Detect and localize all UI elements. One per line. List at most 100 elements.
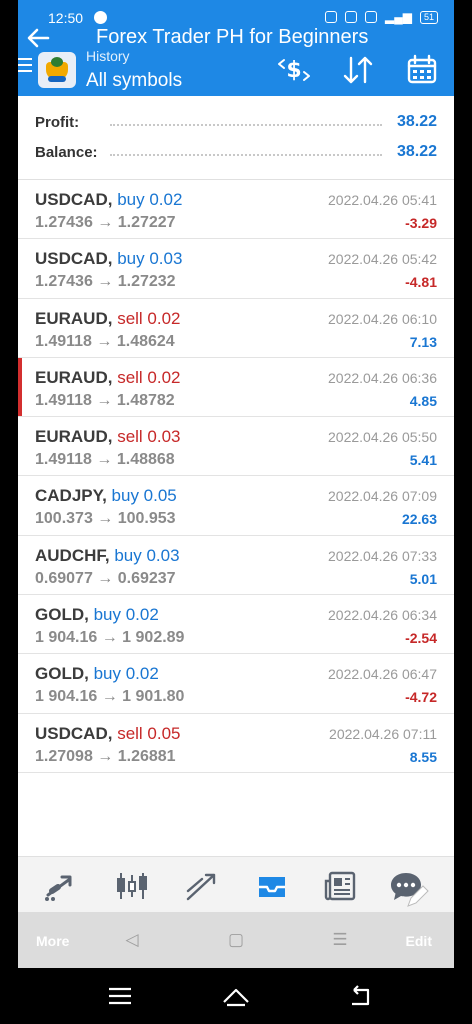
bottom-tab-bar: [18, 856, 454, 912]
deal-time: 2022.04.26 06:34: [328, 607, 437, 624]
news-icon: [324, 871, 356, 901]
dotted-leader: [110, 124, 382, 126]
symbol-text: CADJPY,: [35, 486, 107, 506]
quotes-icon: [45, 875, 72, 901]
mute-icon: [345, 11, 358, 23]
deal-symbol: USDCAD, sell 0.05: [35, 724, 181, 744]
symbol-text: USDCAD,: [35, 723, 113, 743]
soft-home-icon[interactable]: ▢: [226, 930, 246, 950]
back-icon[interactable]: [346, 984, 374, 1008]
hamburger-menu-icon[interactable]: [18, 58, 32, 72]
deal-row[interactable]: EURAUD, sell 0.02 1.49118 → 1.48624 2022.0…: [18, 299, 454, 358]
calendar-button[interactable]: [404, 52, 440, 88]
overlay-nav-area: More ◁ ▢ ☰ Edit: [18, 885, 454, 968]
deal-type: sell 0.02: [117, 308, 181, 328]
tab-history[interactable]: [254, 869, 290, 903]
tab-trade[interactable]: [184, 869, 220, 903]
calendar-icon: [407, 54, 437, 84]
deal-row[interactable]: EURAUD, sell 0.03 1.49118 → 1.48868 2022.0…: [18, 417, 454, 477]
dotted-leader: [110, 154, 382, 156]
deal-profit: -4.81: [405, 274, 437, 291]
candlestick-icon: [117, 873, 147, 899]
deal-row[interactable]: GOLD, buy 0.02 1 904.16 → 1 902.89 2022.04…: [18, 595, 454, 655]
symbol-text: EURAUD,: [35, 427, 113, 447]
deal-prices: 1 904.16 → 1 902.89: [35, 629, 185, 647]
deal-symbol: USDCAD, buy 0.02: [35, 190, 182, 210]
deal-row[interactable]: AUDCHF, buy 0.03 0.69077 → 0.69237 2022.04…: [18, 536, 454, 596]
deal-time: 2022.04.26 06:47: [328, 666, 437, 683]
tab-news[interactable]: [322, 869, 358, 903]
deal-symbol: AUDCHF, buy 0.03: [35, 546, 180, 566]
sort-icon: [343, 56, 373, 84]
deal-type: buy 0.03: [117, 249, 183, 269]
deal-profit: -3.29: [405, 215, 437, 231]
deal-profit: -4.72: [405, 689, 437, 706]
back-arrow-icon[interactable]: [24, 24, 52, 52]
edit-pencil-icon[interactable]: [402, 884, 430, 912]
soft-back-icon[interactable]: ◁: [122, 930, 142, 950]
deal-profit: 5.01: [409, 570, 437, 587]
deals-list: USDCAD, buy 0.02 1.27436 → 1.27227 2022.04…: [18, 180, 454, 773]
home-icon[interactable]: [222, 984, 250, 1008]
deal-profit: 8.55: [409, 748, 437, 765]
symbol-text: AUDCHF,: [35, 545, 110, 565]
status-bar: 12:50 ▂▄▆ 51: [18, 8, 454, 28]
app-logo: [38, 52, 76, 88]
deal-symbol: EURAUD, sell 0.02: [35, 368, 181, 388]
deal-row[interactable]: USDCAD, sell 0.05 1.27098 → 1.26881 2022.0…: [18, 714, 454, 773]
sort-button[interactable]: [340, 52, 376, 88]
page-title[interactable]: All symbols: [86, 70, 182, 92]
deal-type: buy 0.02: [93, 605, 159, 625]
deal-row[interactable]: EURAUD, sell 0.02 1.49118 → 1.48782 2022.0…: [18, 357, 454, 418]
deal-profit: 4.85: [409, 392, 437, 409]
app-frame: 12:50 ▂▄▆ 51 Forex Trader PH for Beginne…: [18, 0, 454, 968]
currency-exchange-button[interactable]: $: [276, 52, 312, 88]
edit-button[interactable]: Edit: [406, 933, 432, 949]
symbol-text: GOLD,: [35, 605, 89, 625]
messenger-icon: [94, 11, 107, 24]
deal-time: 2022.04.26 06:36: [328, 369, 437, 386]
recent-apps-icon[interactable]: [106, 984, 134, 1008]
deal-time: 2022.04.26 07:11: [329, 725, 437, 742]
deal-prices: 1.27436 → 1.27232: [35, 273, 176, 291]
overlay-title: Forex Trader PH for Beginners: [96, 26, 369, 48]
deal-type: buy 0.02: [93, 664, 159, 684]
deal-type: sell 0.03: [117, 427, 181, 447]
tab-chart[interactable]: [114, 869, 150, 903]
inbox-icon: [259, 877, 285, 897]
symbol-text: EURAUD,: [35, 308, 113, 328]
symbol-text: EURAUD,: [35, 367, 113, 387]
deal-time: 2022.04.26 06:10: [328, 310, 437, 327]
symbol-text: USDCAD,: [35, 190, 113, 209]
deal-row[interactable]: CADJPY, buy 0.05 100.373 → 100.953 2022.04…: [18, 476, 454, 536]
more-button[interactable]: More: [36, 933, 69, 949]
deal-row[interactable]: USDCAD, buy 0.03 1.27436 → 1.27232 2022.04…: [18, 239, 454, 299]
app-header: 12:50 ▂▄▆ 51 Forex Trader PH for Beginne…: [18, 0, 454, 96]
signal-icon: ▂▄▆: [385, 10, 412, 24]
status-time: 12:50: [48, 10, 84, 26]
balance-row: Balance: 38.22: [18, 140, 454, 166]
deal-type: sell 0.05: [117, 723, 181, 743]
deal-time: 2022.04.26 05:42: [328, 251, 437, 268]
trade-icon: [186, 873, 216, 901]
deal-profit: -2.54: [405, 630, 437, 647]
deal-row[interactable]: USDCAD, buy 0.02 1.27436 → 1.27227 2022.04…: [18, 180, 454, 240]
deal-prices: 1.49118 → 1.48868: [35, 451, 175, 469]
deal-symbol: GOLD, buy 0.02: [35, 664, 159, 684]
deal-row[interactable]: GOLD, buy 0.02 1 904.16 → 1 901.80 2022.04…: [18, 654, 454, 714]
deal-time: 2022.04.26 07:09: [328, 488, 437, 505]
deal-prices: 100.373 → 100.953: [35, 510, 176, 528]
account-summary: Profit: 38.22 Balance: 38.22: [18, 104, 454, 180]
tab-quotes[interactable]: [42, 869, 78, 903]
deal-prices: 1.49118 → 1.48624: [35, 332, 175, 350]
balance-label: Balance:: [35, 144, 98, 161]
deal-profit: 7.13: [409, 333, 437, 350]
alarm-icon: [325, 11, 338, 23]
deal-type: buy 0.02: [117, 190, 183, 209]
deal-prices: 1.27098 → 1.26881: [35, 747, 176, 765]
soft-menu-icon[interactable]: ☰: [330, 930, 350, 950]
deal-profit: 5.41: [409, 452, 437, 469]
profit-value: 38.22: [396, 113, 437, 130]
status-icons: ▂▄▆ 51: [325, 10, 438, 24]
deal-prices: 0.69077 → 0.69237: [35, 569, 176, 587]
